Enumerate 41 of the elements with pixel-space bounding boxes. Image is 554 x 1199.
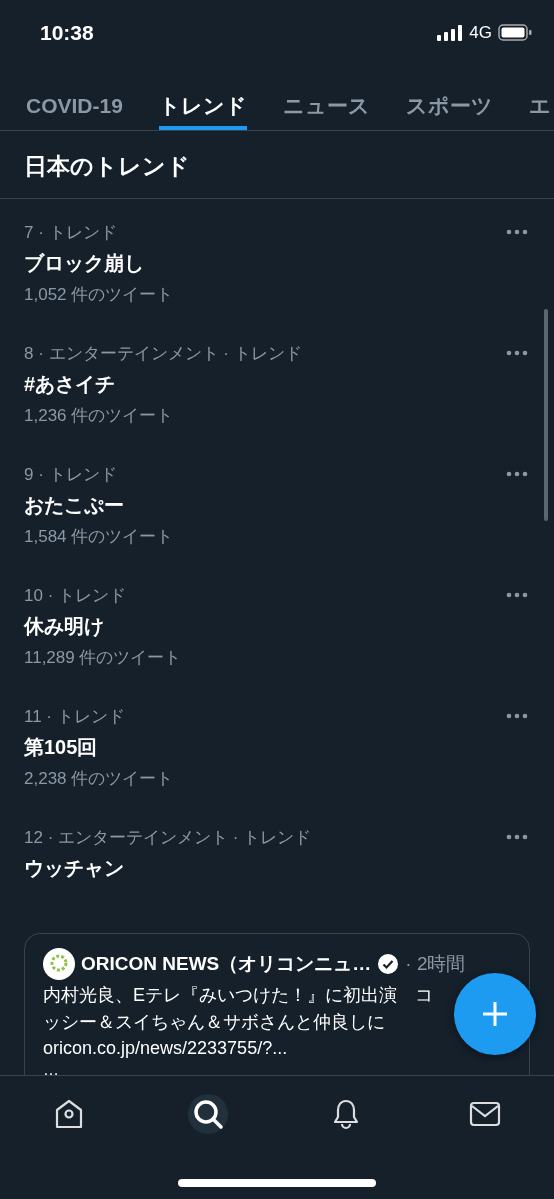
more-icon[interactable]: [506, 592, 528, 598]
section-title: 日本のトレンド: [0, 131, 554, 199]
more-icon[interactable]: [506, 471, 528, 477]
battery-icon: [498, 24, 532, 41]
tab[interactable]: スポーツ: [405, 65, 493, 130]
trend-title[interactable]: 第105回: [24, 734, 174, 761]
trend-title[interactable]: ウッチャン: [24, 855, 312, 882]
trend-category: 9 · トレンド: [24, 464, 118, 486]
tweet-count: 1,236 件のツイート: [24, 405, 175, 427]
ellipsis: …: [43, 1061, 59, 1075]
status-time: 10:38: [40, 20, 94, 45]
tweet-count: 1,052 件のツイート: [24, 284, 174, 306]
tab[interactable]: COVID-19: [26, 65, 123, 130]
network-type: 4G: [469, 22, 492, 43]
trend-category: 12 · エンターテインメント · トレンド: [24, 827, 312, 849]
trend-category: 11 · トレンド: [24, 706, 126, 728]
trend-title[interactable]: おたこぷー: [24, 492, 174, 519]
author-name: ORICON NEWS（オリコンニュ…: [81, 952, 372, 976]
tweet-count: 2,238 件のツイート: [24, 768, 174, 790]
avatar: [43, 948, 75, 980]
plus-icon: [481, 1000, 509, 1028]
tweet-count: 11,289 件のツイート: [24, 647, 182, 669]
search-button[interactable]: [187, 1094, 228, 1134]
tab[interactable]: エ: [528, 65, 551, 130]
signal-icon: [437, 24, 464, 41]
tab[interactable]: ニュース: [282, 65, 370, 130]
trend-category: 7 · トレンド: [24, 222, 118, 244]
more-icon[interactable]: [506, 834, 528, 840]
trend-category: 10 · トレンド: [24, 585, 128, 607]
search-icon: [191, 1098, 224, 1130]
tweet-count: 1,584 件のツイート: [24, 526, 174, 548]
more-icon[interactable]: [506, 229, 528, 235]
trend-title[interactable]: 休み明け: [24, 613, 182, 640]
trend-title[interactable]: #あさイチ: [24, 371, 302, 398]
more-icon[interactable]: [506, 350, 528, 356]
trend-title[interactable]: ブロック崩し: [24, 250, 174, 277]
tab[interactable]: トレンド: [158, 65, 247, 130]
tweet-link[interactable]: oricon.co.jp/news/2233755/?...: [43, 1038, 288, 1059]
more-icon[interactable]: [506, 713, 528, 719]
trend-category: 8 · エンターテインメント · トレンド: [24, 343, 302, 365]
tweet-time: · 2時間: [405, 952, 466, 976]
